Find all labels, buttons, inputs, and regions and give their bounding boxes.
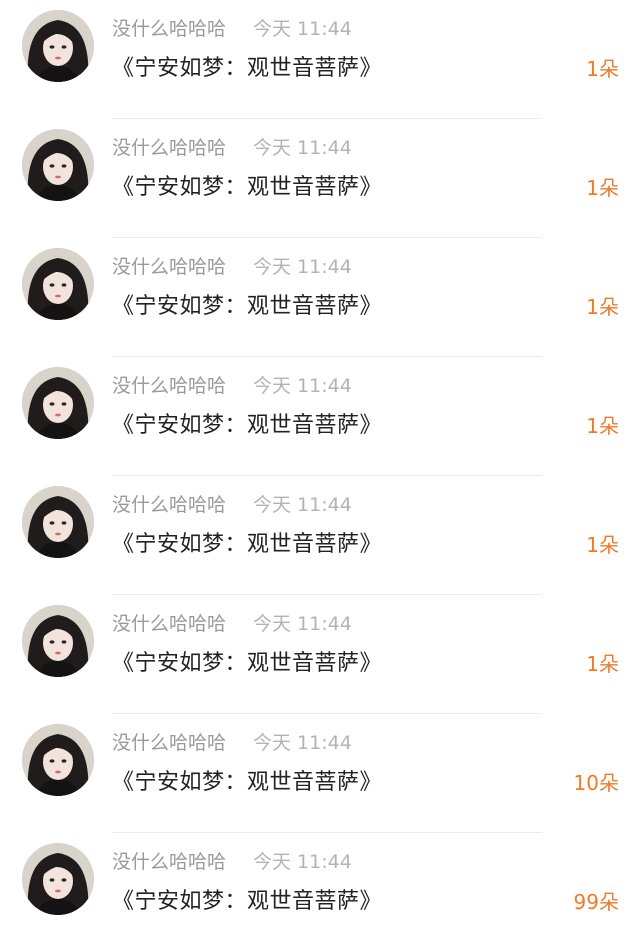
username[interactable]: 没什么哈哈哈 — [112, 490, 226, 517]
list-item[interactable]: 没什么哈哈哈 今天 11:44 《宁安如梦：观世音菩萨》 99朵 — [0, 833, 640, 952]
timestamp: 今天 11:44 — [253, 137, 352, 159]
avatar-icon — [22, 486, 94, 558]
gift-title: 《宁安如梦：观世音菩萨》 — [112, 651, 383, 676]
username[interactable]: 没什么哈哈哈 — [112, 14, 226, 41]
timestamp: 今天 11:44 — [253, 613, 352, 635]
gift-count: 10朵 — [573, 771, 619, 795]
avatar[interactable] — [22, 367, 94, 439]
avatar-icon — [22, 129, 94, 201]
gift-count: 1朵 — [586, 533, 619, 557]
list-item[interactable]: 没什么哈哈哈 今天 11:44 《宁安如梦：观世音菩萨》 1朵 — [0, 357, 640, 476]
timestamp: 今天 11:44 — [253, 256, 352, 278]
list-item[interactable]: 没什么哈哈哈 今天 11:44 《宁安如梦：观世音菩萨》 10朵 — [0, 714, 640, 833]
avatar-icon — [22, 248, 94, 320]
gift-count: 1朵 — [586, 176, 619, 200]
avatar[interactable] — [22, 10, 94, 82]
avatar-icon — [22, 724, 94, 796]
username[interactable]: 没什么哈哈哈 — [112, 728, 226, 755]
list-item[interactable]: 没什么哈哈哈 今天 11:44 《宁安如梦：观世音菩萨》 1朵 — [0, 476, 640, 595]
timestamp: 今天 11:44 — [253, 375, 352, 397]
gift-title: 《宁安如梦：观世音菩萨》 — [112, 413, 383, 438]
gift-title: 《宁安如梦：观世音菩萨》 — [112, 294, 383, 319]
timestamp: 今天 11:44 — [253, 18, 352, 40]
avatar[interactable] — [22, 843, 94, 915]
timestamp: 今天 11:44 — [253, 494, 352, 516]
gift-count: 1朵 — [586, 652, 619, 676]
avatar-icon — [22, 367, 94, 439]
avatar[interactable] — [22, 129, 94, 201]
username[interactable]: 没什么哈哈哈 — [112, 371, 226, 398]
username[interactable]: 没什么哈哈哈 — [112, 133, 226, 160]
gift-title: 《宁安如梦：观世音菩萨》 — [112, 175, 383, 200]
avatar-icon — [22, 10, 94, 82]
username[interactable]: 没什么哈哈哈 — [112, 252, 226, 279]
list-item[interactable]: 没什么哈哈哈 今天 11:44 《宁安如梦：观世音菩萨》 1朵 — [0, 0, 640, 119]
gift-record-list: 没什么哈哈哈 今天 11:44 《宁安如梦：观世音菩萨》 1朵 没什么哈哈哈 今… — [0, 0, 640, 941]
gift-title: 《宁安如梦：观世音菩萨》 — [112, 56, 383, 81]
list-item[interactable]: 没什么哈哈哈 今天 11:44 《宁安如梦：观世音菩萨》 1朵 — [0, 238, 640, 357]
avatar[interactable] — [22, 605, 94, 677]
gift-title: 《宁安如梦：观世音菩萨》 — [112, 889, 383, 914]
timestamp: 今天 11:44 — [253, 732, 352, 754]
list-item[interactable]: 没什么哈哈哈 今天 11:44 《宁安如梦：观世音菩萨》 1朵 — [0, 119, 640, 238]
gift-title: 《宁安如梦：观世音菩萨》 — [112, 532, 383, 557]
gift-title: 《宁安如梦：观世音菩萨》 — [112, 770, 383, 795]
avatar-icon — [22, 843, 94, 915]
gift-count: 99朵 — [573, 890, 619, 914]
gift-count: 1朵 — [586, 295, 619, 319]
list-item[interactable]: 没什么哈哈哈 今天 11:44 《宁安如梦：观世音菩萨》 1朵 — [0, 595, 640, 714]
gift-count: 1朵 — [586, 414, 619, 438]
gift-count: 1朵 — [586, 57, 619, 81]
avatar[interactable] — [22, 724, 94, 796]
avatar-icon — [22, 605, 94, 677]
timestamp: 今天 11:44 — [253, 851, 352, 873]
username[interactable]: 没什么哈哈哈 — [112, 847, 226, 874]
username[interactable]: 没什么哈哈哈 — [112, 609, 226, 636]
avatar[interactable] — [22, 486, 94, 558]
avatar[interactable] — [22, 248, 94, 320]
